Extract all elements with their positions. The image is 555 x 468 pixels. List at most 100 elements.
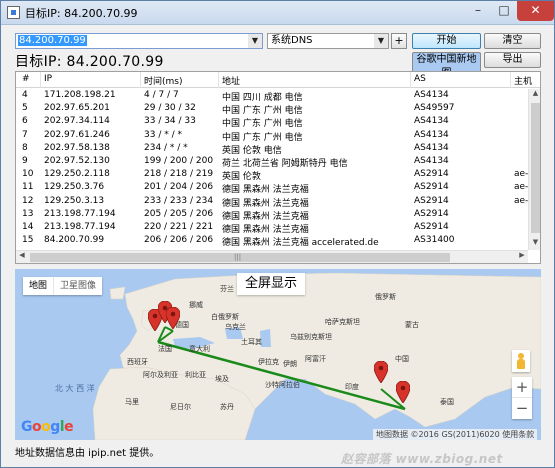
column-header-address[interactable]: 地址 bbox=[222, 74, 412, 87]
table-cell: 129.250.3.76 bbox=[44, 182, 105, 193]
table-cell: 6 bbox=[22, 116, 28, 127]
trace-table[interactable]: # IP 时间(ms) 地址 AS 主机 4 171.208.198.21 4 / … bbox=[15, 71, 541, 264]
table-row[interactable]: 10 129.250.2.118 218 / 218 / 219 英国 伦敦 AS291… bbox=[16, 169, 540, 183]
pegman-icon[interactable] bbox=[512, 350, 530, 372]
map-label: 尼日尔 bbox=[170, 402, 191, 411]
map-label: 利比亚 bbox=[185, 370, 206, 379]
table-cell: 4 / 7 / 7 bbox=[144, 90, 179, 100]
table-cell: 220 / 221 / 221 bbox=[144, 222, 214, 232]
table-cell: 205 / 205 / 206 bbox=[144, 208, 214, 219]
map-label: 俄罗斯 bbox=[375, 292, 396, 301]
table-cell: 233 / 233 / 234 bbox=[144, 195, 214, 206]
map-label: 西班牙 bbox=[127, 357, 148, 366]
map-label: 阿富汗 bbox=[305, 354, 326, 363]
table-row[interactable]: 8 202.97.58.138 234 / * / * 英国 伦敦 电信 AS4134 bbox=[16, 142, 540, 156]
table-row[interactable]: 7 202.97.61.246 33 / * / * 中国 广东 广州 电信 AS413… bbox=[16, 129, 540, 143]
table-cell: 201 / 204 / 206 bbox=[144, 182, 214, 193]
window-title: 目标IP: 84.200.70.99 bbox=[25, 7, 138, 20]
table-cell: 33 / * / * bbox=[144, 129, 182, 140]
map-label: 阿尔及利亚 bbox=[143, 370, 178, 379]
map-attribution[interactable]: 地图数据 ©2016 GS(2011)6020 使用条款 bbox=[373, 429, 538, 440]
table-cell: 202.97.52.130 bbox=[44, 156, 110, 166]
table-cell: 15 bbox=[22, 235, 34, 246]
map-label: 伊朗 bbox=[283, 359, 297, 368]
google-logo[interactable]: Google bbox=[21, 419, 74, 435]
add-dns-button[interactable]: + bbox=[391, 33, 407, 49]
scroll-thumb[interactable] bbox=[531, 103, 540, 233]
table-cell: 中国 四川 成都 电信 bbox=[222, 93, 303, 103]
map-label: 乌克兰 bbox=[225, 322, 246, 331]
table-cell: 中国 广东 广州 电信 bbox=[222, 106, 303, 117]
target-input[interactable]: 84.200.70.99 ▼ bbox=[15, 33, 263, 49]
table-cell: 202.97.58.138 bbox=[44, 142, 110, 153]
chevron-down-icon[interactable]: ▼ bbox=[374, 34, 388, 48]
map-label: 芬兰 bbox=[220, 284, 234, 293]
column-header-ip[interactable]: IP bbox=[44, 74, 154, 84]
table-row[interactable]: 5 202.97.65.201 29 / 30 / 32 中国 广东 广州 电信 AS4… bbox=[16, 103, 540, 117]
tab-satellite[interactable]: 卫星图像 bbox=[53, 277, 102, 295]
chevron-down-icon[interactable]: ▼ bbox=[248, 34, 262, 48]
main-window: 目标IP: 84.200.70.99 – □ ✕ 84.200.70.99 ▼ … bbox=[0, 0, 555, 468]
table-cell: 5 bbox=[22, 103, 28, 114]
table-row[interactable]: 11 129.250.3.76 201 / 204 / 206 德国 黑森州 法兰克福… bbox=[16, 182, 540, 196]
title-bar[interactable]: 目标IP: 84.200.70.99 – □ ✕ bbox=[1, 1, 554, 25]
table-row[interactable]: 15 84.200.70.99 206 / 206 / 206 德国 黑森州 法兰克福… bbox=[16, 235, 540, 249]
table-header: # IP 时间(ms) 地址 AS 主机 bbox=[16, 72, 540, 88]
start-button[interactable]: 开始 bbox=[412, 33, 481, 49]
fullscreen-button[interactable]: 全屏显示 bbox=[237, 273, 306, 295]
table-row[interactable]: 4 171.208.198.21 4 / 7 / 7 中国 四川 成都 电信 AS413… bbox=[16, 90, 540, 103]
scroll-up-icon[interactable]: ▲ bbox=[529, 89, 540, 101]
clear-button[interactable]: 清空 bbox=[484, 33, 541, 49]
map-label: 挪威 bbox=[189, 300, 203, 309]
table-cell: AS4134 bbox=[414, 142, 449, 153]
table-row[interactable]: 6 202.97.34.114 33 / 34 / 33 中国 广东 广州 电信 AS4… bbox=[16, 116, 540, 130]
map-pin-icon[interactable] bbox=[166, 307, 180, 329]
table-cell: 德国 黑森州 法兰克福 bbox=[222, 185, 309, 196]
scroll-down-icon[interactable]: ▼ bbox=[529, 238, 540, 250]
table-cell: AS2914 bbox=[414, 182, 449, 193]
footer-note: 地址数据信息由 ipip.net 提供。 bbox=[15, 448, 160, 459]
column-header-hop[interactable]: # bbox=[22, 74, 42, 84]
table-cell: 202.97.61.246 bbox=[44, 129, 110, 140]
column-header-time[interactable]: 时间(ms) bbox=[144, 74, 222, 87]
column-header-host[interactable]: 主机 bbox=[514, 74, 540, 87]
dns-select-value: 系统DNS bbox=[271, 35, 313, 46]
column-header-as[interactable]: AS bbox=[414, 74, 494, 84]
table-row[interactable]: 13 213.198.77.194 205 / 205 / 206 德国 黑森州 法兰… bbox=[16, 208, 540, 222]
route-map[interactable]: 挪威 俄罗斯 芬兰 哈萨克斯坦 蒙古 白俄罗斯 德国 乌克兰 法国 意大利 土耳其 乌兹别克斯坦 伊朗中… bbox=[15, 269, 541, 440]
minimize-button[interactable]: – bbox=[465, 1, 491, 21]
map-pin-icon[interactable] bbox=[396, 381, 410, 403]
table-cell: 德国 黑森州 法兰克福 accelerated.de bbox=[222, 238, 379, 249]
map-pin-icon[interactable] bbox=[374, 361, 388, 383]
table-cell: AS2914 bbox=[414, 208, 449, 219]
dns-select[interactable]: 系统DNS ▼ bbox=[267, 33, 389, 49]
table-cell: 英国 伦敦 bbox=[222, 172, 261, 183]
map-label: 蒙古 bbox=[405, 320, 419, 329]
table-cell: 中国 广东 广州 电信 bbox=[222, 119, 303, 130]
app-icon bbox=[7, 6, 20, 19]
table-cell: AS49597 bbox=[414, 103, 455, 114]
grip-icon: ||| bbox=[234, 253, 242, 261]
vertical-scrollbar[interactable]: ▲ ▼ bbox=[528, 89, 540, 250]
iceland-landmass bbox=[109, 286, 126, 300]
zoom-out-button[interactable]: − bbox=[512, 398, 532, 419]
tab-map[interactable]: 地图 bbox=[23, 277, 53, 295]
close-button[interactable]: ✕ bbox=[517, 1, 554, 21]
table-row[interactable]: 9 202.97.52.130 199 / 200 / 200 荷兰 北荷兰省 阿姆斯… bbox=[16, 156, 540, 169]
table-row[interactable]: 12 129.250.3.13 233 / 233 / 234 德国 黑森州 法兰克福… bbox=[16, 195, 540, 209]
scroll-left-icon[interactable]: ◀ bbox=[16, 251, 28, 263]
table-cell: 德国 黑森州 法兰克福 bbox=[222, 211, 309, 222]
scroll-right-icon[interactable]: ▶ bbox=[516, 251, 528, 263]
export-button[interactable]: 导出 bbox=[484, 52, 541, 68]
table-row[interactable]: 14 213.198.77.194 220 / 221 / 221 德国 黑森州 法兰… bbox=[16, 222, 540, 235]
map-label: 白俄罗斯 bbox=[211, 312, 239, 321]
map-label: 苏丹 bbox=[220, 402, 234, 411]
table-cell: 206 / 206 / 206 bbox=[144, 235, 214, 246]
horizontal-scrollbar[interactable]: ◀ ||| ▶ bbox=[16, 250, 528, 263]
map-label: 印度 bbox=[345, 382, 359, 391]
table-cell: 29 / 30 / 32 bbox=[144, 103, 196, 114]
maximize-button[interactable]: □ bbox=[491, 1, 517, 21]
zoom-in-button[interactable]: + bbox=[512, 377, 532, 398]
map-label: 意大利 bbox=[189, 344, 210, 353]
target-ip-label: 目标IP: 84.200.70.99 bbox=[15, 54, 164, 70]
